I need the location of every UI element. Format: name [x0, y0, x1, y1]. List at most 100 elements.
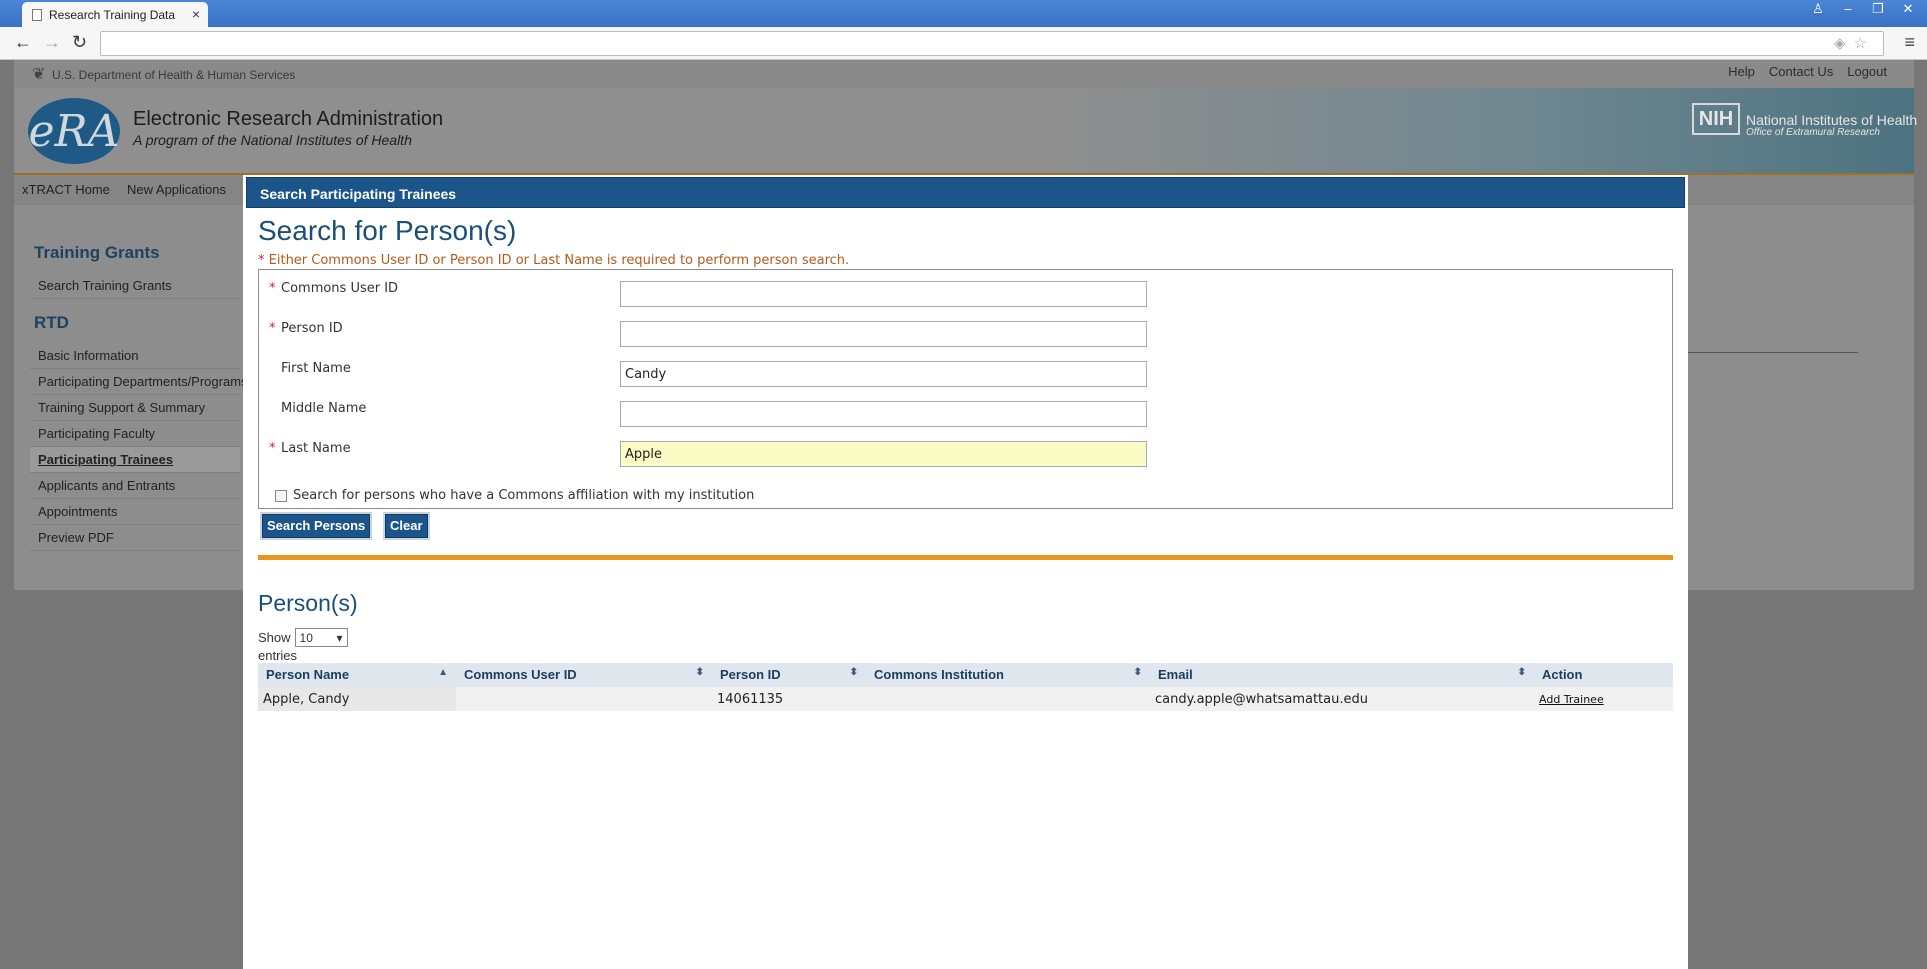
help-link[interactable]: Help: [1728, 64, 1755, 79]
reload-icon[interactable]: ↻: [72, 32, 87, 53]
commons-user-id-label-text: Commons User ID: [281, 281, 399, 296]
show-label: Show: [258, 630, 291, 645]
col-email-label: Email: [1158, 667, 1193, 682]
user-icon[interactable]: ♙: [1803, 0, 1833, 20]
last-name-label-text: Last Name: [281, 441, 351, 456]
col-commons-institution-label: Commons Institution: [874, 667, 1004, 682]
show-entries-row: Show 10 ▾: [258, 628, 348, 647]
sidebar-item-participating-departments[interactable]: Participating Departments/Programs: [30, 369, 248, 395]
middle-name-label-text: Middle Name: [281, 401, 367, 416]
document-icon: [32, 8, 42, 21]
address-bar[interactable]: ◈☆: [100, 31, 1884, 56]
nih-title: National Institutes of Health: [1746, 112, 1918, 128]
site-title: Electronic Research Administration: [133, 108, 444, 130]
cell-person-name: Apple, Candy: [258, 687, 456, 711]
browser-tab[interactable]: Research Training Data ×: [22, 2, 208, 27]
site-subtitle: A program of the National Institutes of …: [133, 132, 412, 148]
tab-title: Research Training Data: [49, 7, 176, 22]
sidebar-item-participating-trainees[interactable]: Participating Trainees: [30, 447, 240, 473]
col-commons-user-id[interactable]: Commons User ID ⬍: [456, 663, 712, 687]
results-title: Person(s): [258, 590, 358, 616]
nav-xtract-home[interactable]: xTRACT Home: [22, 182, 110, 197]
required-note: * Either Commons User ID or Person ID or…: [258, 253, 849, 268]
page-size-value: 10: [299, 630, 313, 645]
form-row-first-name: First Name: [259, 350, 1672, 390]
back-icon[interactable]: ←: [14, 32, 32, 53]
sidebar-item-appointments[interactable]: Appointments: [30, 499, 240, 525]
sort-asc-icon: ▲: [438, 667, 448, 678]
hhs-eagle-icon: ❦: [32, 66, 46, 83]
sidebar-item-preview-pdf[interactable]: Preview PDF: [30, 525, 240, 551]
minimize-icon[interactable]: –: [1833, 0, 1863, 20]
tab-close-icon[interactable]: ×: [192, 6, 200, 22]
restore-icon[interactable]: ❐: [1863, 0, 1893, 20]
search-form: * Commons User ID * Person ID First Name M…: [258, 269, 1673, 509]
middle-name-label: Middle Name: [269, 401, 366, 416]
window-controls: ♙ – ❐ ✕: [1803, 0, 1923, 20]
cell-email: candy.apple@whatsamattau.edu: [1155, 692, 1368, 707]
last-name-input[interactable]: [620, 441, 1147, 467]
cell-commons-institution: [866, 687, 1150, 711]
col-commons-institution[interactable]: Commons Institution ⬍: [866, 663, 1150, 687]
utility-links: Help Contact Us Logout: [1728, 64, 1887, 79]
divider-line: [1688, 352, 1858, 353]
search-trainees-modal: Search Participating Trainees Search for…: [243, 175, 1688, 969]
shield-star-icons[interactable]: ◈☆: [1834, 34, 1875, 52]
col-email[interactable]: Email ⬍: [1150, 663, 1534, 687]
form-row-commons-user-id: * Commons User ID: [259, 270, 1672, 310]
hhs-link[interactable]: U.S. Department of Health & Human Servic…: [52, 68, 295, 82]
table-header: Person Name ▲ Commons User ID ⬍ Person ID ⬍…: [258, 663, 1673, 687]
browser-menu-icon[interactable]: ≡: [1904, 32, 1915, 53]
results-table: Person Name ▲ Commons User ID ⬍ Person ID ⬍…: [258, 663, 1673, 711]
commons-user-id-input[interactable]: [620, 281, 1147, 307]
nav-new-applications[interactable]: New Applications: [127, 182, 226, 197]
first-name-input[interactable]: [620, 361, 1147, 387]
sidebar-heading-training: Training Grants: [34, 243, 160, 262]
era-logo: eRA: [28, 98, 120, 164]
search-persons-button[interactable]: Search Persons: [262, 514, 371, 538]
person-id-label: * Person ID: [269, 321, 343, 336]
affiliation-checkbox[interactable]: [275, 489, 287, 502]
cell-commons-user-id: [456, 687, 712, 711]
form-row-middle-name: Middle Name: [259, 390, 1672, 430]
middle-name-input[interactable]: [620, 401, 1147, 427]
entries-label: entries: [258, 648, 298, 663]
col-person-id[interactable]: Person ID ⬍: [712, 663, 866, 687]
section-divider: [258, 555, 1673, 560]
sidebar-heading-rtd: RTD: [34, 313, 69, 332]
close-window-icon[interactable]: ✕: [1893, 0, 1923, 20]
sidebar-item-participating-faculty[interactable]: Participating Faculty: [30, 421, 240, 447]
add-trainee-link[interactable]: Add Trainee: [1539, 693, 1604, 706]
hhs-bar: [14, 60, 1914, 88]
required-star: *: [258, 253, 265, 268]
sidebar-item-search-training-grants[interactable]: Search Training Grants: [30, 273, 240, 299]
sort-icon: ⬍: [695, 667, 704, 678]
logout-link[interactable]: Logout: [1847, 64, 1887, 79]
form-row-person-id: * Person ID: [259, 310, 1672, 350]
sort-icon: ⬍: [1517, 667, 1526, 678]
sidebar-item-basic-information[interactable]: Basic Information: [30, 343, 240, 369]
contact-us-link[interactable]: Contact Us: [1769, 64, 1833, 79]
person-id-input[interactable]: [620, 321, 1147, 347]
nih-subtitle: Office of Extramural Research: [1746, 127, 1880, 138]
form-row-last-name: * Last Name: [259, 430, 1672, 470]
sidebar: Training Grants Search Training Grants R…: [30, 225, 248, 551]
required-note-text: Either Commons User ID or Person ID or L…: [268, 253, 850, 268]
forward-icon[interactable]: →: [43, 32, 61, 53]
sort-icon: ⬍: [849, 667, 858, 678]
first-name-label: First Name: [269, 361, 351, 376]
required-star: *: [269, 281, 276, 296]
modal-title: Search for Person(s): [258, 215, 517, 246]
page-size-select[interactable]: 10 ▾: [294, 628, 348, 647]
sidebar-item-training-support[interactable]: Training Support & Summary: [30, 395, 240, 421]
table-row: Apple, Candy 14061135 candy.apple@whatsa…: [258, 687, 1673, 711]
col-person-name[interactable]: Person Name ▲: [258, 663, 456, 687]
nih-logo: NIH: [1692, 103, 1740, 135]
browser-titlebar: Research Training Data × ♙ – ❐ ✕: [0, 0, 1927, 27]
col-commons-user-id-label: Commons User ID: [464, 667, 577, 682]
affiliation-checkbox-row[interactable]: Search for persons who have a Commons af…: [275, 488, 754, 503]
sidebar-item-applicants-entrants[interactable]: Applicants and Entrants: [30, 473, 240, 499]
clear-button[interactable]: Clear: [385, 514, 428, 538]
affiliation-checkbox-label[interactable]: Search for persons who have a Commons af…: [293, 488, 754, 503]
col-action: Action: [1534, 663, 1673, 687]
